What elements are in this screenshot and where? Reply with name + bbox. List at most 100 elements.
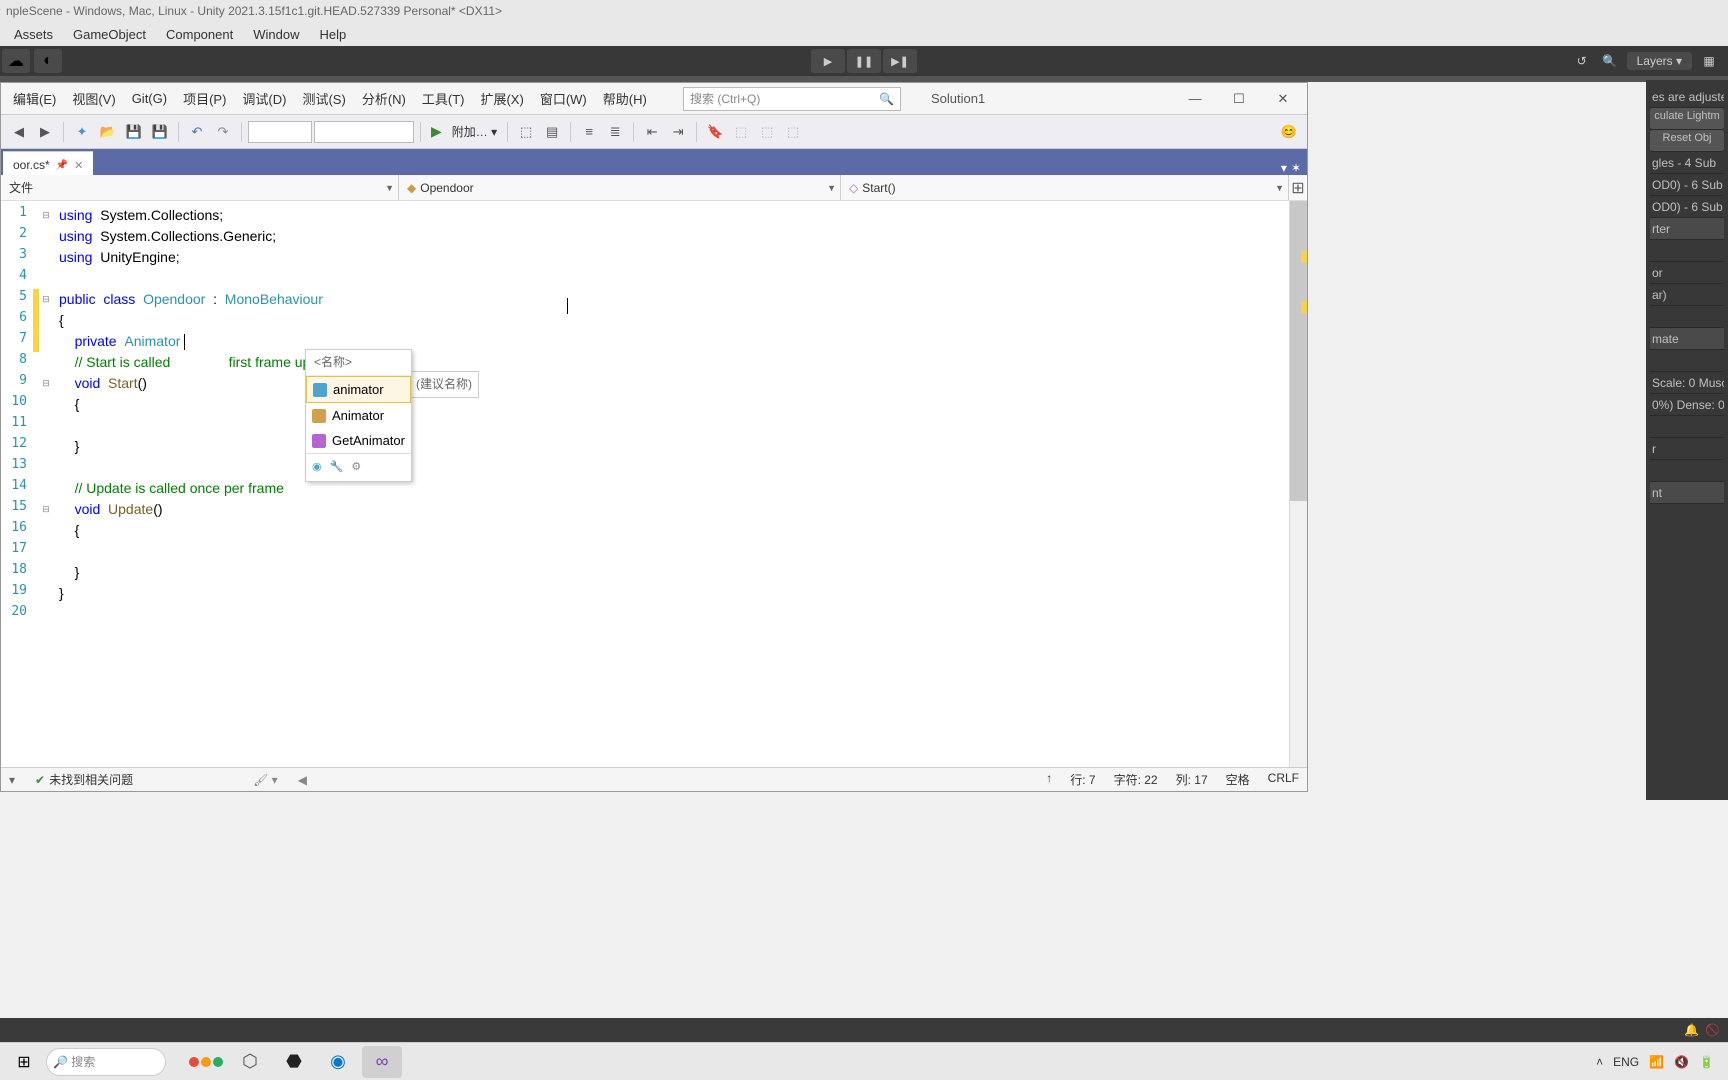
tool-icon[interactable]: ⬚ [755,120,779,144]
nav-left-icon[interactable]: ◀ [298,773,307,787]
notification-icon[interactable]: 🔔 [1684,1023,1699,1037]
platform-dropdown[interactable] [314,121,414,143]
tray-wifi-icon[interactable]: 📶 [1649,1055,1664,1069]
nav-class-dropdown[interactable]: ◆Opendoor▼ [399,175,841,200]
inspector-row [1650,460,1724,482]
nav-member-dropdown[interactable]: ◇Start()▼ [841,175,1289,200]
vs-menu-edit[interactable]: 编辑(E) [5,85,64,112]
inspector-btn[interactable]: culate Lightm [1650,108,1724,130]
inspector-row: es are adjusted [1650,86,1724,108]
layers-dropdown[interactable]: Layers ▾ [1627,52,1692,70]
filter-icon[interactable]: ◉ [312,457,322,478]
new-icon[interactable]: ✦ [70,120,94,144]
disabled-icon[interactable]: 🚫 [1705,1023,1720,1037]
intellisense-item[interactable]: Animator [306,403,411,428]
unity-circle-icon[interactable]: ◐ [34,49,62,73]
vs-menu-window[interactable]: 窗口(W) [532,85,595,112]
fold-icon[interactable]: ⊟ [39,289,53,310]
undo-icon[interactable]: ↶ [185,120,209,144]
vs-menu-tools[interactable]: 工具(T) [414,85,473,112]
outdent-icon[interactable]: ⇤ [640,120,664,144]
code-editor[interactable]: 1 2 3 4 5 6 7 8 9 10 11 12 13 14 15 16 1… [1,201,1307,767]
vs-menu-view[interactable]: 视图(V) [64,85,123,112]
save-all-icon[interactable]: 💾 [148,120,172,144]
vs-menu-git[interactable]: Git(G) [124,87,175,110]
step-button[interactable]: ▶❚ [883,49,917,73]
vs-menu-project[interactable]: 项目(P) [175,85,234,112]
indent-icon[interactable]: ⇥ [666,120,690,144]
forward-icon[interactable]: ▶ [33,120,57,144]
undo-history-icon[interactable]: ↺ [1571,50,1593,72]
vs-search-box[interactable]: 搜索 (Ctrl+Q) 🔍 [683,87,901,111]
feedback-icon[interactable]: 😊 [1277,120,1301,144]
save-icon[interactable]: 💾 [122,120,146,144]
intellisense-tooltip: (建议名称) [409,371,479,398]
tray-lang[interactable]: ENG [1613,1055,1639,1069]
filter-icon[interactable]: 🔧 [330,457,344,478]
unity-menu-help[interactable]: Help [309,25,356,44]
run-button[interactable]: ▶ [427,123,446,140]
unity-menu-gameobject[interactable]: GameObject [63,25,156,44]
taskbar-app-edge[interactable]: ◉ [318,1046,358,1078]
minimize-button[interactable]: — [1175,87,1215,111]
tool-icon[interactable]: ⬚ [729,120,753,144]
maximize-button[interactable]: ☐ [1219,87,1259,111]
tool-icon[interactable]: ▤ [540,120,564,144]
vs-menu-help[interactable]: 帮助(H) [595,85,655,112]
taskbar-search[interactable]: 🔎 搜索 [46,1048,166,1076]
start-button[interactable]: ⊞ [4,1046,44,1078]
unity-cloud-icon[interactable]: ☁ [2,49,30,73]
vs-menu-analyze[interactable]: 分析(N) [354,85,414,112]
play-button[interactable]: ▶ [811,49,845,73]
tab-add-icon[interactable]: ✶ [1291,161,1301,175]
error-dropdown-icon[interactable]: ▾ [9,773,15,787]
vertical-scrollbar[interactable] [1289,201,1307,767]
attach-button[interactable]: 附加… ▾ [448,123,501,140]
pin-icon[interactable]: 📌 [56,160,68,171]
inspector-row [1650,240,1724,262]
close-tab-icon[interactable]: ✕ [74,159,83,172]
tool-icon[interactable]: ≡ [577,120,601,144]
layout-icon[interactable]: ▦ [1698,50,1720,72]
vs-solution-name[interactable]: Solution1 [931,91,985,106]
nav-scope-dropdown[interactable]: 文件▼ [1,175,399,200]
unity-menu-assets[interactable]: Assets [4,25,63,44]
search-icon[interactable]: 🔍 [1599,50,1621,72]
tray-volume-icon[interactable]: 🔇 [1674,1055,1689,1069]
scrollbar-thumb[interactable] [1290,201,1307,501]
redo-icon[interactable]: ↷ [211,120,235,144]
tool-icon[interactable]: ⬚ [514,120,538,144]
tool-icon[interactable]: ≣ [603,120,627,144]
vs-menu-test[interactable]: 测试(S) [294,85,353,112]
tray-chevron-icon[interactable]: ˄ [1596,1055,1603,1069]
taskbar-app-unity[interactable]: ⬣ [274,1046,314,1078]
pause-button[interactable]: ❚❚ [847,49,881,73]
tray-battery-icon[interactable]: 🔋 [1699,1055,1714,1069]
taskbar-app[interactable] [186,1046,226,1078]
fold-icon[interactable]: ⊟ [39,373,53,394]
filter-icon[interactable]: ⚙ [351,457,361,478]
close-button[interactable]: ✕ [1263,87,1303,111]
unity-menu-component[interactable]: Component [156,25,243,44]
split-icon[interactable]: ⊞ [1289,175,1307,200]
bookmark-icon[interactable]: 🔖 [703,120,727,144]
status-up-icon[interactable]: ↑ [1046,771,1052,788]
open-icon[interactable]: 📂 [96,120,120,144]
brush-icon[interactable]: 🖌 ▾ [253,773,278,787]
tab-dropdown-icon[interactable]: ▾ [1281,161,1287,175]
back-icon[interactable]: ◀ [7,120,31,144]
fold-icon[interactable]: ⊟ [39,499,53,520]
inspector-btn[interactable]: Reset Obj [1650,130,1724,152]
file-tab[interactable]: oor.cs* 📌 ✕ [3,151,93,175]
vs-menu-extensions[interactable]: 扩展(X) [472,85,531,112]
taskbar-app-visual-studio[interactable]: ∞ [362,1046,402,1078]
intellisense-item[interactable]: animator [306,376,411,403]
fold-icon[interactable]: ⊟ [39,205,53,226]
tool-icon[interactable]: ⬚ [781,120,805,144]
intellisense-item[interactable]: GetAnimator [306,428,411,453]
config-dropdown[interactable] [248,121,312,143]
code-content[interactable]: using System.Collections; using System.C… [53,201,1289,767]
taskbar-app-unity-hub[interactable]: ⬡ [230,1046,270,1078]
unity-menu-window[interactable]: Window [243,25,309,44]
vs-menu-debug[interactable]: 调试(D) [234,85,294,112]
